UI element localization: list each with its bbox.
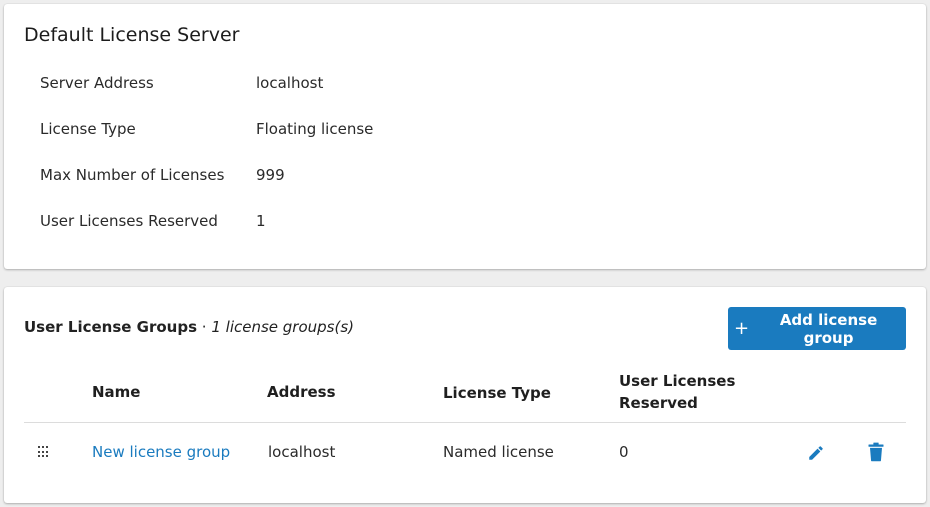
drag-handle-icon[interactable] [38,446,50,458]
licenses-reserved-label: User Licenses Reserved [40,212,218,230]
pencil-icon[interactable] [807,444,825,462]
trash-icon[interactable] [867,442,885,462]
groups-count: 1 license groups(s) [211,318,355,336]
heading-separator: · [197,318,212,336]
license-type-label: License Type [40,120,136,138]
plus-icon: + [734,317,750,339]
card-title: Default License Server [24,24,240,46]
group-license-type: Named license [443,443,554,461]
group-address: localhost [268,443,336,461]
column-header-reserved-line1: User Licenses [619,372,736,390]
groups-title: User License Groups [24,318,198,336]
column-header-name: Name [92,383,141,401]
server-address-value: localhost [256,74,324,92]
group-reserved: 0 [619,443,629,461]
add-license-group-button[interactable]: + Add license group [728,307,906,350]
column-header-address: Address [267,383,336,401]
header-divider [24,422,906,423]
server-address-label: Server Address [40,74,154,92]
license-type-value: Floating license [256,120,374,138]
column-header-reserved-line2: Reserved [619,394,698,412]
license-server-card: Default License Server Server Address lo… [4,4,926,269]
max-licenses-value: 999 [256,166,285,184]
column-header-reserved: User Licenses Reserved [619,370,735,414]
max-licenses-label: Max Number of Licenses [40,166,225,184]
column-header-license-type: License Type [443,384,551,402]
group-name-link[interactable]: New license group [92,443,230,461]
license-groups-card: User License Groups · 1 license groups(s… [4,287,926,503]
add-license-group-label: Add license group [779,310,878,347]
licenses-reserved-value: 1 [256,212,266,230]
groups-heading: User License Groups · 1 license groups(s… [24,318,354,336]
